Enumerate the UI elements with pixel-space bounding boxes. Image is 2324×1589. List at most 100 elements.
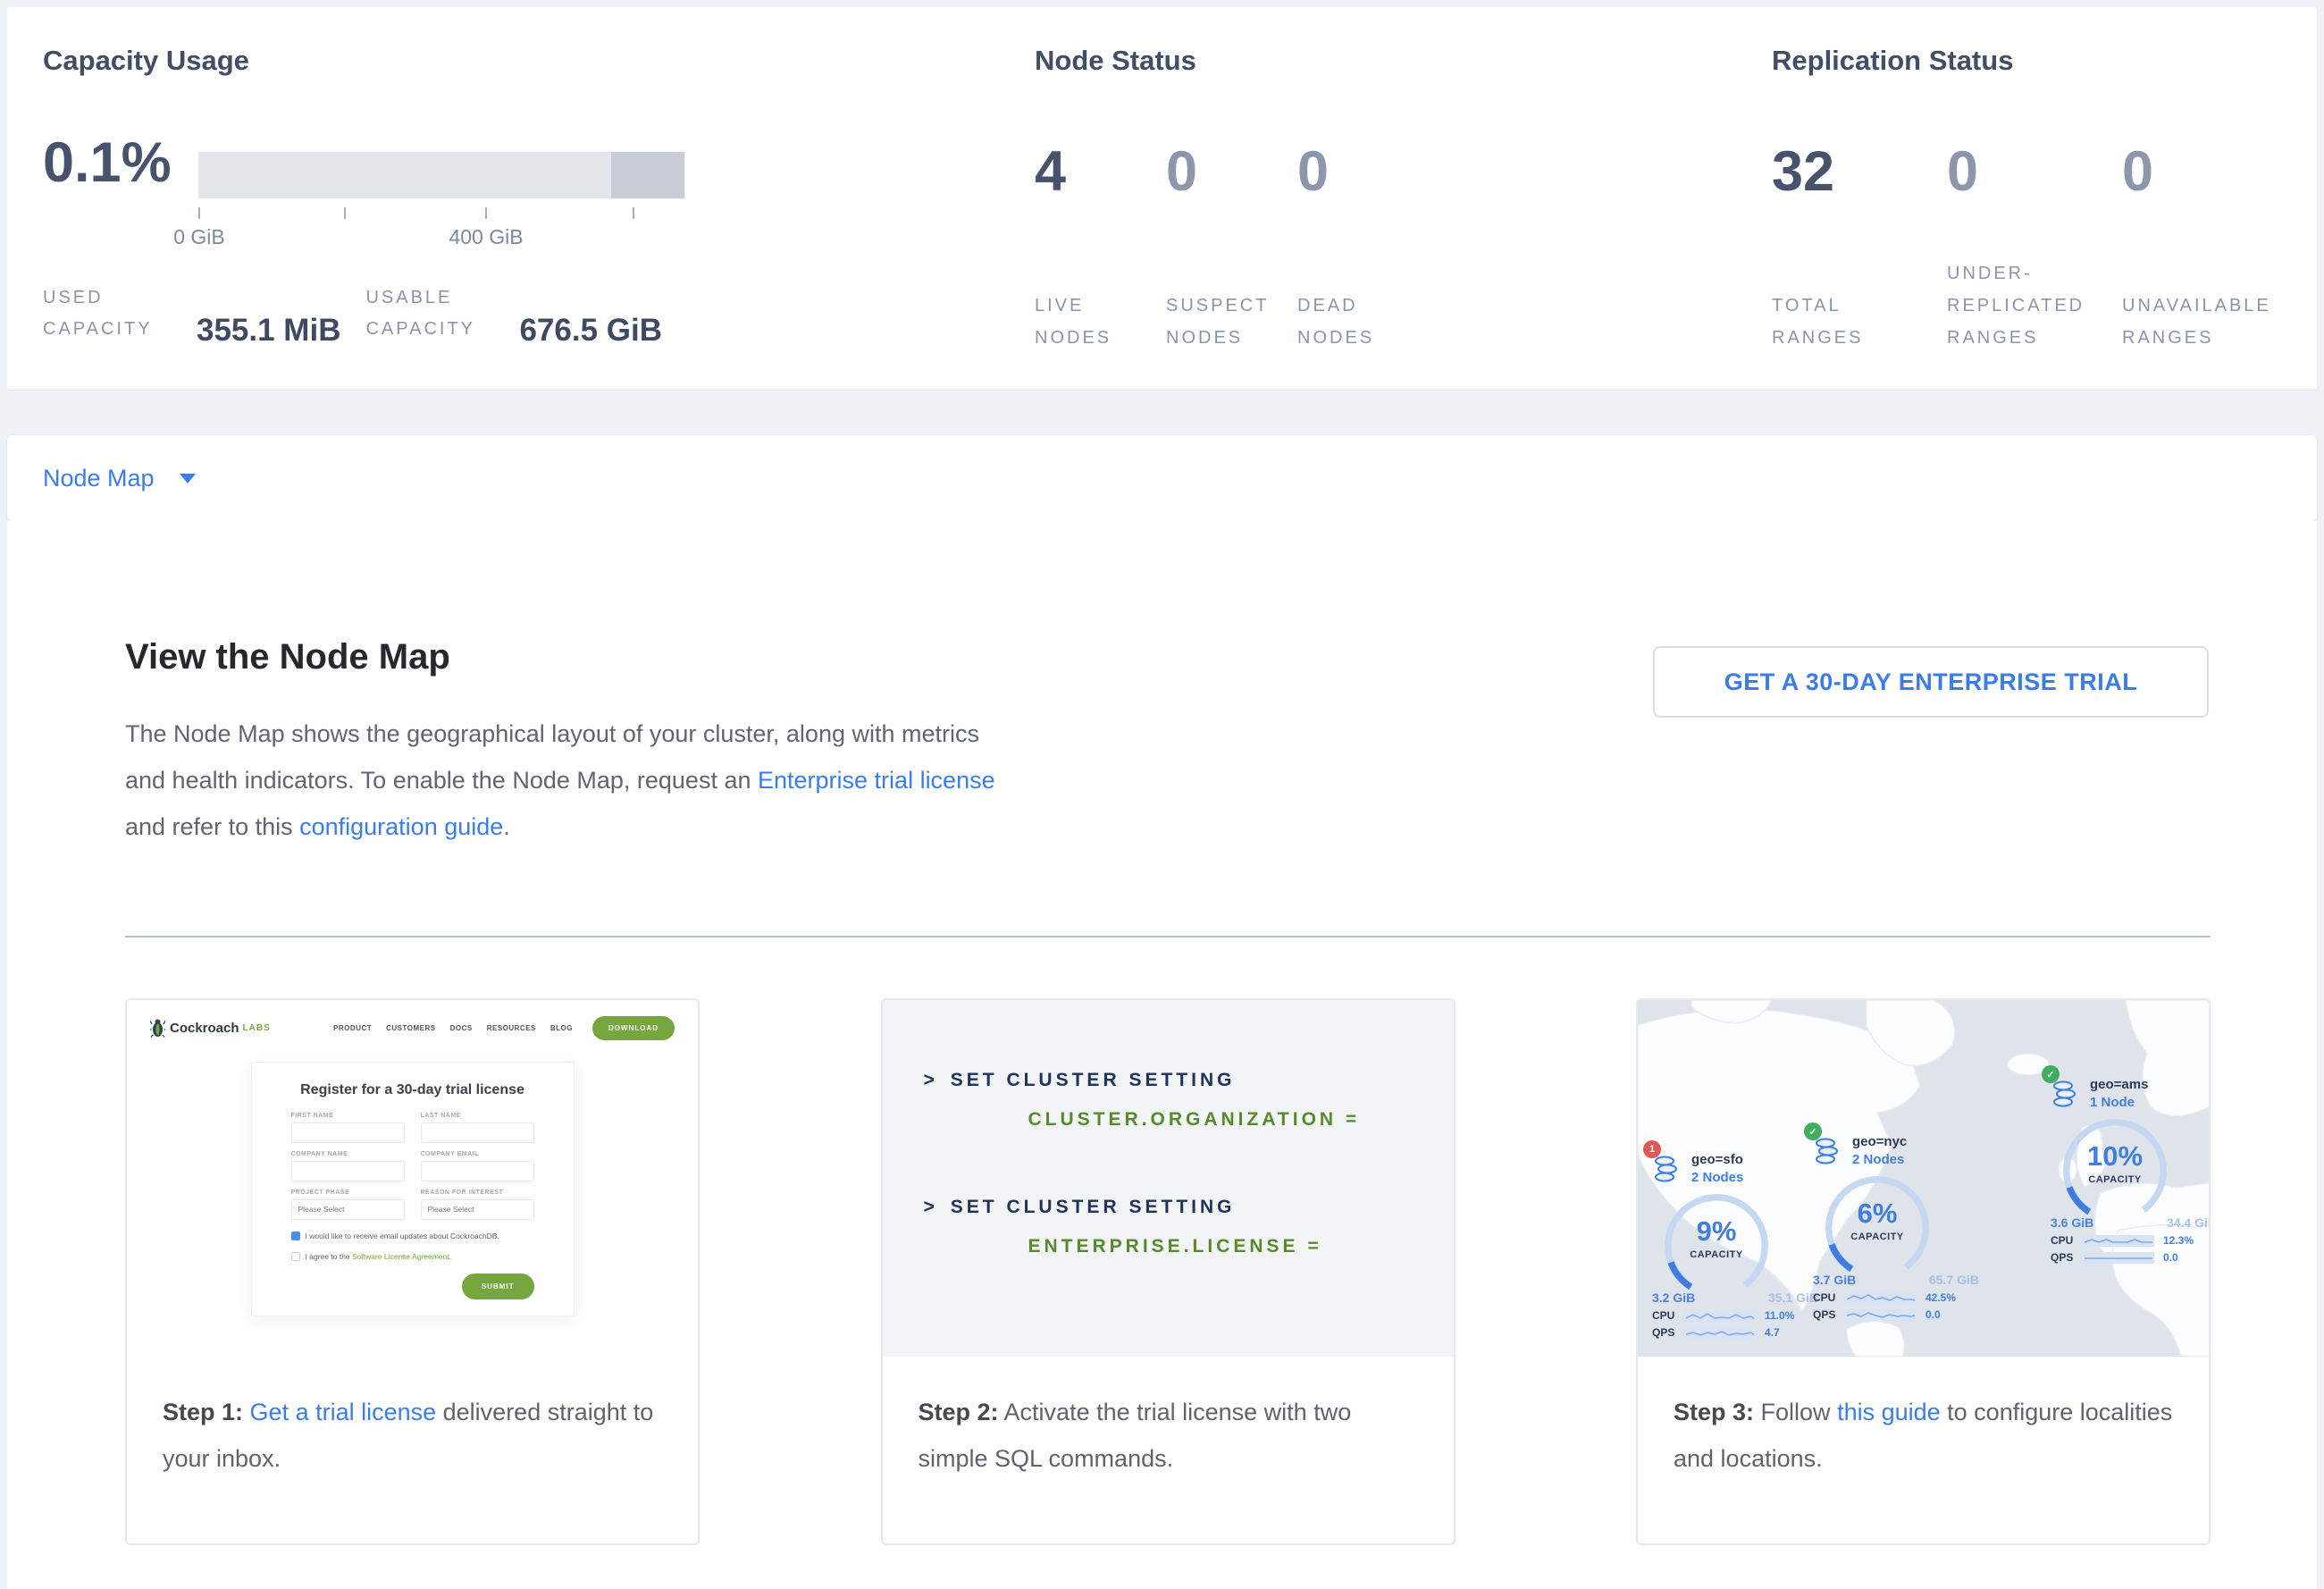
cpu-row: CPU 42.5% xyxy=(1813,1291,1979,1304)
geo-ams-iconwrap: ✓ xyxy=(2051,1080,2081,1110)
locality-name: geo=nyc xyxy=(1852,1134,1907,1149)
capacity-percent: 10% xyxy=(2063,1140,2167,1173)
capacity-percent: 6% xyxy=(1825,1198,1929,1230)
intro-text: . xyxy=(503,813,510,840)
trial-form-title: Register for a 30-day trial license xyxy=(291,1082,534,1098)
dead-nodes-stat: 0 DEAD NODES xyxy=(1297,139,1429,354)
capacity-caption: CAPACITY xyxy=(1825,1232,1929,1242)
chevron-down-icon[interactable] xyxy=(180,474,196,483)
capacity-caption: CAPACITY xyxy=(2063,1174,2167,1185)
minisite-nav-docs: DOCS xyxy=(450,1024,473,1032)
qps-row: QPS 4.7 xyxy=(1652,1326,1818,1339)
unavailable-ranges-stat: 0 UNAVAILABLE RANGES xyxy=(2122,139,2297,354)
qps-label: QPS xyxy=(1652,1326,1684,1339)
replication-status-columns: 32 TOTAL RANGES 0 UNDER-REPLICATED RANGE… xyxy=(1772,139,2297,354)
page-title: View the Node Map xyxy=(125,637,450,677)
geo-ams-header: ✓ geo=ams 1 Node xyxy=(2051,1077,2209,1110)
geo-nyc-node-group: ✓ geo=nyc 2 Nodes 6% CAPACITY xyxy=(1813,1134,1992,1321)
capacity-tick xyxy=(633,207,634,219)
submit-row: SUBMIT xyxy=(291,1274,534,1299)
qps-label: QPS xyxy=(2051,1251,2083,1264)
qps-value: 0.0 xyxy=(1925,1308,1941,1321)
sql-command: SET CLUSTER SETTING xyxy=(951,1070,1236,1090)
capacity-tick xyxy=(485,207,487,219)
license-agreement-text: I agree to the Software License Agreemen… xyxy=(306,1252,452,1261)
step3-label: Step 3: xyxy=(1674,1399,1754,1425)
cpu-row: CPU 12.3% xyxy=(2051,1234,2209,1247)
step1-caption: Step 1: Get a trial license delivered st… xyxy=(127,1357,698,1482)
capacity-tick xyxy=(344,207,346,219)
this-guide-link[interactable]: this guide xyxy=(1837,1399,1941,1425)
used-capacity-label: USED CAPACITY xyxy=(43,282,152,345)
sql-commands-illustration: >SET CLUSTER SETTING CLUSTER.ORGANIZATIO… xyxy=(883,1000,1454,1357)
agreement-post: . xyxy=(449,1252,451,1261)
email-updates-text: I would like to receive email updates ab… xyxy=(306,1232,499,1240)
minisite-nav-resources: RESOURCES xyxy=(487,1024,536,1032)
step2-card: >SET CLUSTER SETTING CLUSTER.ORGANIZATIO… xyxy=(881,998,1456,1545)
company-name-field xyxy=(291,1161,405,1181)
total-gib: 34.4 GiB xyxy=(2167,1215,2209,1230)
live-nodes-value: 4 xyxy=(1035,139,1166,204)
minisite-nav-product: PRODUCT xyxy=(333,1024,372,1032)
suspect-nodes-value: 0 xyxy=(1166,139,1297,204)
checkbox-empty-icon xyxy=(291,1252,300,1261)
suspect-nodes-label: SUSPECT NODES xyxy=(1166,290,1282,354)
healthy-check-badge: ✓ xyxy=(1804,1122,1822,1140)
intro-paragraph: The Node Map shows the geographical layo… xyxy=(125,710,1005,850)
node-map-dropdown[interactable]: Node Map xyxy=(43,465,155,492)
capacity-percent: 9% xyxy=(1665,1215,1768,1248)
minisite-brand: Cockroach xyxy=(170,1021,239,1036)
usable-capacity-label: USABLE CAPACITY xyxy=(365,282,474,345)
step1-card: Cockroach LABS PRODUCT CUSTOMERS DOCS RE… xyxy=(125,998,700,1545)
minisite-nav: PRODUCT CUSTOMERS DOCS RESOURCES BLOG DO… xyxy=(333,1016,675,1040)
capacity-gauge: 6% CAPACITY xyxy=(1825,1176,1929,1269)
database-stack-icon xyxy=(1813,1137,1842,1165)
live-nodes-stat: 4 LIVE NODES xyxy=(1035,139,1166,354)
capacity-gauge: 9% CAPACITY xyxy=(1665,1194,1768,1287)
geo-sfo-header: 1 geo=sfo 2 Nodes xyxy=(1652,1152,1831,1185)
error-count-badge: 1 xyxy=(1643,1140,1661,1158)
enterprise-trial-button[interactable]: GET A 30-DAY ENTERPRISE TRIAL xyxy=(1653,646,2209,718)
company-name-label: COMPANY NAME xyxy=(291,1151,405,1157)
capacity-percent-value: 0.1% xyxy=(43,130,172,195)
step3-card: 1 geo=sfo 2 Nodes 9% CAPACITY xyxy=(1636,998,2211,1545)
geo-sfo-labels: geo=sfo 2 Nodes xyxy=(1691,1152,1743,1185)
cpu-sparkline xyxy=(1845,1292,1917,1304)
cockroach-logo-icon xyxy=(150,1019,165,1038)
qps-row: QPS 0.0 xyxy=(1813,1308,1979,1321)
used-gib: 3.7 GiB xyxy=(1813,1273,1856,1287)
database-stack-icon xyxy=(2051,1080,2079,1108)
capacity-usage-title: Capacity Usage xyxy=(43,45,249,77)
qps-value: 4.7 xyxy=(1765,1326,1780,1339)
total-ranges-label: TOTAL RANGES xyxy=(1772,290,1931,354)
minisite-nav-customers: CUSTOMERS xyxy=(386,1024,435,1032)
capacity-values-row: USED CAPACITY 355.1 MiB USABLE CAPACITY … xyxy=(43,282,662,345)
reason-interest-select: Please Select xyxy=(421,1199,534,1220)
used-gib: 3.6 GiB xyxy=(2051,1215,2093,1230)
step3-text: Follow xyxy=(1754,1399,1837,1425)
capacity-tick xyxy=(198,207,200,219)
cpu-row: CPU 11.0% xyxy=(1652,1309,1818,1322)
node-status-columns: 4 LIVE NODES 0 SUSPECT NODES 0 DEAD NODE… xyxy=(1035,139,1429,354)
cpu-label: CPU xyxy=(1652,1309,1684,1322)
project-phase-label: PROJECT PHASE xyxy=(291,1190,405,1196)
qps-sparkline xyxy=(1845,1309,1917,1321)
node-status-title: Node Status xyxy=(1035,45,1196,77)
dead-nodes-label: DEAD NODES xyxy=(1297,290,1414,354)
used-capacity-value: 355.1 MiB xyxy=(197,313,340,349)
get-trial-license-link[interactable]: Get a trial license xyxy=(250,1399,437,1425)
geo-nyc-labels: geo=nyc 2 Nodes xyxy=(1852,1134,1907,1167)
used-gib: 3.2 GiB xyxy=(1652,1291,1695,1305)
node-count: 2 Nodes xyxy=(1852,1152,1907,1167)
node-map-placeholder-section: View the Node Map The Node Map shows the… xyxy=(7,521,2317,1589)
cpu-value: 12.3% xyxy=(2163,1234,2194,1247)
qps-label: QPS xyxy=(1813,1308,1845,1321)
under-replicated-label: UNDER-REPLICATED RANGES xyxy=(1947,257,2106,354)
software-license-link: Software License Agreement xyxy=(352,1252,449,1261)
enterprise-trial-license-link[interactable]: Enterprise trial license xyxy=(758,767,995,794)
gauge-center: 10% CAPACITY xyxy=(2063,1140,2167,1185)
geo-ams-labels: geo=ams 1 Node xyxy=(2090,1077,2148,1110)
cpu-value: 11.0% xyxy=(1765,1309,1794,1322)
steps-cards-row: Cockroach LABS PRODUCT CUSTOMERS DOCS RE… xyxy=(125,998,2211,1545)
configuration-guide-link[interactable]: configuration guide xyxy=(299,813,503,840)
